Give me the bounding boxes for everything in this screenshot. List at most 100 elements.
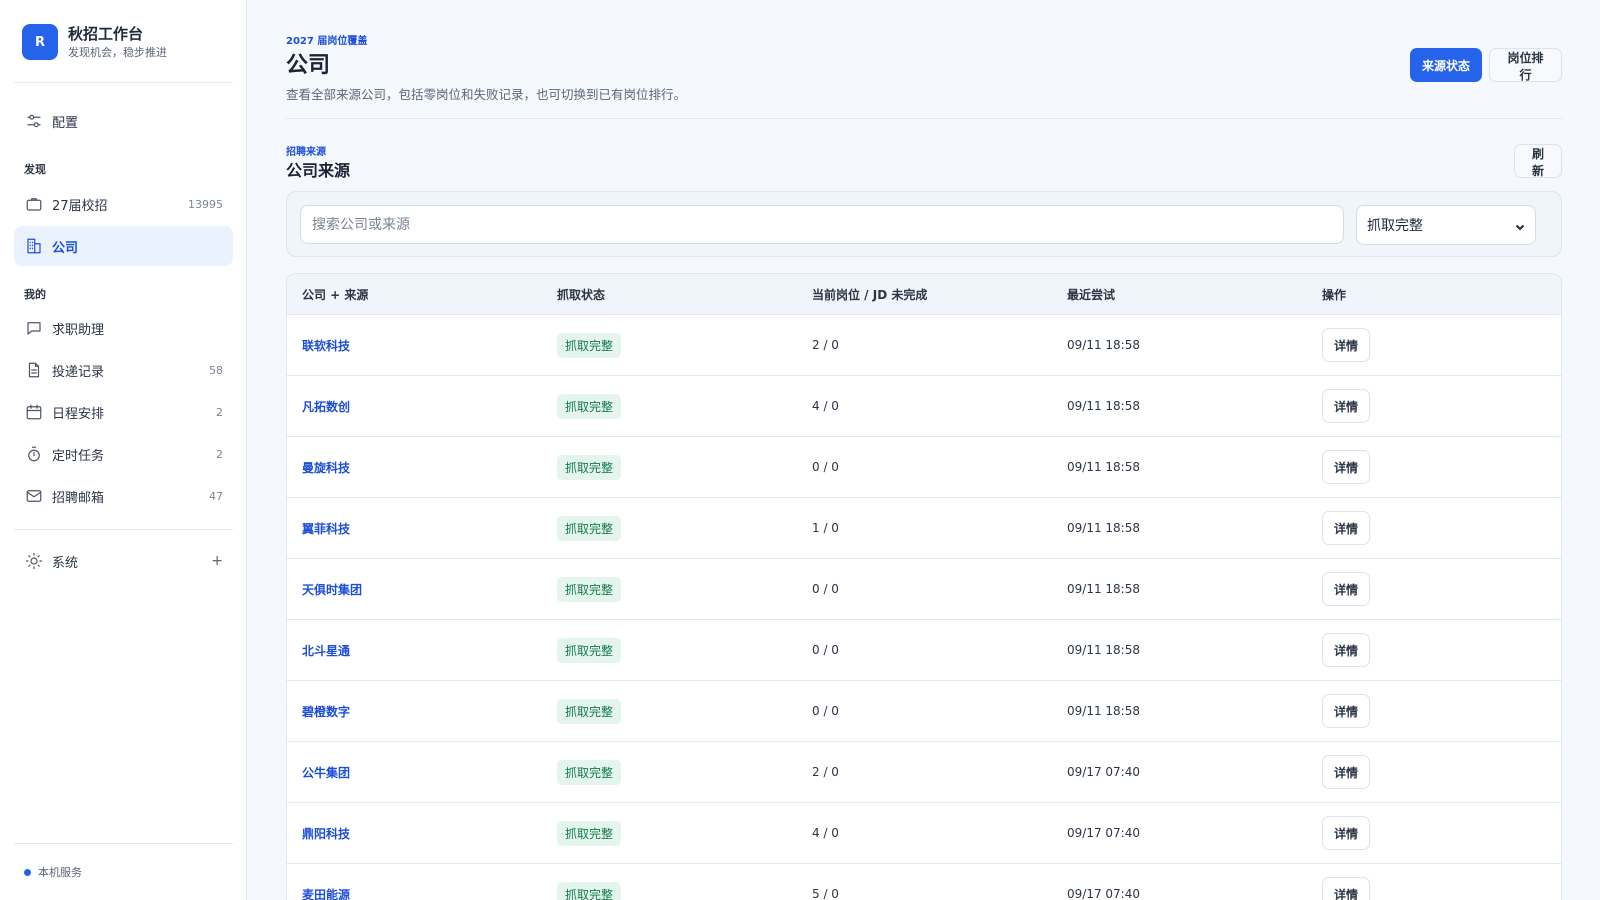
sidebar-item-label: 日程安排: [52, 406, 105, 422]
detail-button[interactable]: 详情: [1322, 389, 1371, 423]
tab-job-ranking[interactable]: 岗位排行: [1489, 48, 1562, 82]
brand-title: 秋招工作台: [68, 24, 144, 43]
table-row[interactable]: 曼旋科技 抓取完整 0 / 0 09/11 18:58 详情: [287, 437, 1561, 498]
status-badge: 抓取完整: [557, 698, 622, 724]
last-attempt-time: 09/11 18:58: [1067, 521, 1140, 535]
detail-button[interactable]: 详情: [1322, 633, 1371, 667]
header-divider: [286, 118, 1562, 119]
sidebar-item-schedule[interactable]: 日程安排 2: [14, 392, 233, 432]
detail-button[interactable]: 详情: [1322, 816, 1371, 850]
table-row[interactable]: 翼菲科技 抓取完整 1 / 0 09/11 18:58 详情: [287, 498, 1561, 559]
company-link[interactable]: 翼菲科技: [302, 520, 350, 537]
job-count: 0 / 0: [812, 704, 839, 718]
column-header-status[interactable]: 抓取状态: [557, 286, 605, 303]
status-badge: 抓取完整: [557, 881, 622, 900]
status-badge: 抓取完整: [557, 515, 622, 541]
brand: R 秋招工作台 发现机会，稳步推进: [22, 24, 167, 60]
job-count: 4 / 0: [812, 399, 839, 413]
brand-logo: R: [22, 24, 58, 60]
table-row[interactable]: 麦田能源 抓取完整 5 / 0 09/17 07:40 详情: [287, 864, 1561, 900]
sidebar-item-label: 系统: [52, 555, 79, 571]
table-row[interactable]: 天俱时集团 抓取完整 0 / 0 09/11 18:58 详情: [287, 559, 1561, 620]
company-link[interactable]: 碧橙数字: [302, 703, 350, 720]
sidebar-item-label: 投递记录: [52, 364, 105, 380]
job-count: 0 / 0: [812, 582, 839, 596]
detail-button[interactable]: 详情: [1322, 877, 1371, 900]
brand-subtitle: 发现机会，稳步推进: [68, 45, 167, 59]
briefcase-icon: [25, 195, 43, 213]
table-row[interactable]: 北斗星通 抓取完整 0 / 0 09/11 18:58 详情: [287, 620, 1561, 681]
company-source-table: 公司 + 来源 抓取状态 当前岗位 / JD 未完成 最近尝试 操作 联软科技抓…: [286, 273, 1562, 900]
status-badge: 抓取完整: [557, 332, 622, 358]
sidebar-item-mailbox[interactable]: 招聘邮箱 47: [14, 476, 233, 516]
sidebar-item-label: 配置: [52, 115, 79, 131]
company-link[interactable]: 北斗星通: [302, 642, 350, 659]
document-icon: [25, 361, 43, 379]
job-count: 0 / 0: [812, 643, 839, 657]
sidebar-item-label: 27届校招: [52, 198, 108, 214]
mail-icon: [25, 487, 43, 505]
company-link[interactable]: 曼旋科技: [302, 459, 350, 476]
table-row[interactable]: 凡拓数创 抓取完整 4 / 0 09/11 18:58 详情: [287, 376, 1561, 437]
tab-source-status[interactable]: 来源状态: [1410, 48, 1483, 82]
last-attempt-time: 09/11 18:58: [1067, 338, 1140, 352]
sidebar-item-system[interactable]: 系统 +: [14, 541, 233, 581]
sidebar-item-timers[interactable]: 定时任务 2: [14, 434, 233, 474]
job-count: 2 / 0: [812, 338, 839, 352]
status-badge: 抓取完整: [557, 820, 622, 846]
job-count: 2 / 0: [812, 765, 839, 779]
detail-button[interactable]: 详情: [1322, 694, 1371, 728]
status-badge: 抓取完整: [557, 454, 622, 480]
sidebar-item-campus[interactable]: 27届校招 13995: [14, 184, 233, 224]
page-eyebrow: 2027 届岗位覆盖: [286, 36, 368, 47]
sidebar-item-company[interactable]: 公司: [14, 226, 233, 266]
sidebar-item-applications[interactable]: 投递记录 58: [14, 350, 233, 390]
filter-bar: 抓取完整: [286, 191, 1562, 257]
company-link[interactable]: 凡拓数创: [302, 398, 350, 415]
sidebar-divider: [14, 529, 233, 530]
company-link[interactable]: 麦田能源: [302, 886, 350, 900]
last-attempt-time: 09/17 07:40: [1067, 765, 1140, 779]
column-header-company[interactable]: 公司 + 来源: [302, 286, 368, 303]
last-attempt-time: 09/11 18:58: [1067, 460, 1140, 474]
table-row[interactable]: 碧橙数字 抓取完整 0 / 0 09/11 18:58 详情: [287, 681, 1561, 742]
status-dot-icon: [24, 868, 31, 876]
refresh-button[interactable]: 刷新: [1514, 144, 1562, 178]
last-attempt-time: 09/11 18:58: [1067, 704, 1140, 718]
expand-plus-icon[interactable]: +: [211, 553, 223, 569]
status-select[interactable]: 抓取完整: [1356, 205, 1536, 245]
company-link[interactable]: 公牛集团: [302, 764, 350, 781]
section-eyebrow: 招聘来源: [286, 147, 326, 158]
company-link[interactable]: 天俱时集团: [302, 581, 362, 598]
chevron-down-icon: [1515, 220, 1525, 231]
sidebar-item-count: 58: [209, 363, 223, 377]
sidebar-item-count: 47: [209, 489, 223, 503]
column-header-jobs[interactable]: 当前岗位 / JD 未完成: [812, 286, 927, 303]
job-count: 0 / 0: [812, 460, 839, 474]
detail-button[interactable]: 详情: [1322, 450, 1371, 484]
timer-icon: [25, 445, 43, 463]
sidebar-item-assistant[interactable]: 求职助理: [14, 308, 233, 348]
last-attempt-time: 09/11 18:58: [1067, 399, 1140, 413]
table-row[interactable]: 公牛集团 抓取完整 2 / 0 09/17 07:40 详情: [287, 742, 1561, 803]
section-title: 公司来源: [286, 161, 351, 180]
sidebar: R 秋招工作台 发现机会，稳步推进 配置 发现 27届校招 13995 公司 我…: [0, 0, 247, 900]
last-attempt-time: 09/11 18:58: [1067, 643, 1140, 657]
table-body: 联软科技 抓取完整 2 / 0 09/11 18:58 详情 凡拓数创 抓取完整 4 / 00…: [287, 315, 1561, 900]
last-attempt-time: 09/17 07:40: [1067, 887, 1140, 900]
sliders-icon: [25, 112, 43, 130]
detail-button[interactable]: 详情: [1322, 572, 1371, 606]
sidebar-item-label: 招聘邮箱: [52, 490, 105, 506]
search-input[interactable]: [300, 205, 1344, 244]
job-count: 5 / 0: [812, 887, 839, 900]
detail-button[interactable]: 详情: [1322, 328, 1371, 362]
detail-button[interactable]: 详情: [1322, 755, 1371, 789]
table-row[interactable]: 联软科技 抓取完整 2 / 0 09/11 18:58 详情: [287, 315, 1561, 376]
company-link[interactable]: 联软科技: [302, 337, 350, 354]
column-header-last-attempt[interactable]: 最近尝试: [1067, 286, 1115, 303]
last-attempt-time: 09/17 07:40: [1067, 826, 1140, 840]
detail-button[interactable]: 详情: [1322, 511, 1371, 545]
sidebar-item-config[interactable]: 配置: [14, 101, 233, 141]
table-row[interactable]: 鼎阳科技 抓取完整 4 / 0 09/17 07:40 详情: [287, 803, 1561, 864]
company-link[interactable]: 鼎阳科技: [302, 825, 350, 842]
